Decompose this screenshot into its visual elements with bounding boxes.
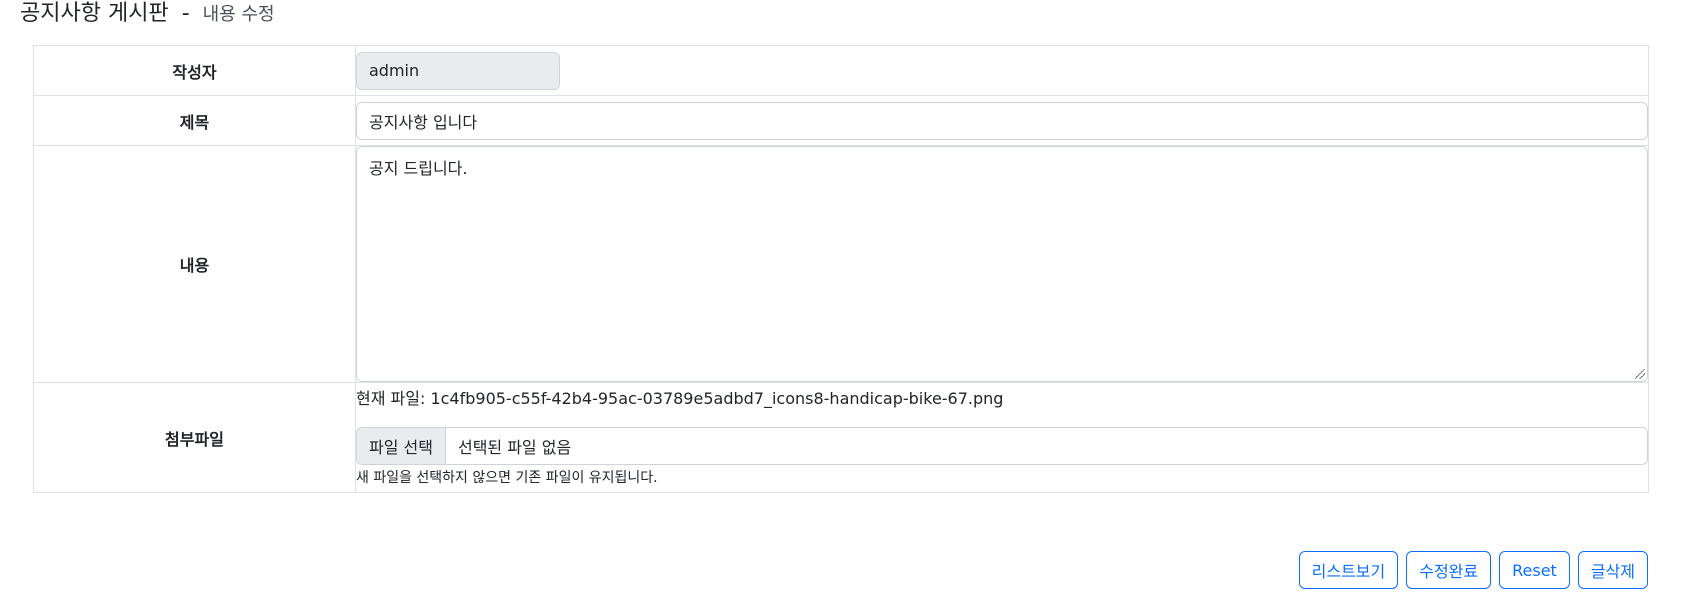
content-row: 내용 공지 드립니다. [33, 145, 1649, 383]
delete-button[interactable]: 글삭제 [1577, 551, 1648, 589]
page-subtitle: 내용 수정 [202, 4, 275, 25]
attachment-row: 첨부파일 현재 파일: 1c4fb905-c55f-42b4-95ac-0378… [33, 382, 1649, 493]
content-text: 공지 드립니다. [369, 159, 468, 178]
attachment-label: 첨부파일 [33, 382, 356, 493]
board-title: 공지사항 게시판 [20, 1, 169, 26]
choose-file-button[interactable]: 파일 선택 [357, 427, 446, 464]
title-row: 제목 공지사항 입니다 [33, 95, 1649, 146]
author-label: 작성자 [33, 45, 356, 96]
submit-button[interactable]: 수정완료 [1406, 551, 1492, 589]
file-input[interactable]: 파일 선택 선택된 파일 없음 [356, 426, 1648, 465]
author-field: admin [356, 51, 560, 90]
title-cell: 공지사항 입니다 [355, 95, 1649, 146]
file-help-text: 새 파일을 선택하지 않으면 기존 파일이 유지됩니다. [356, 469, 658, 486]
title-input[interactable]: 공지사항 입니다 [356, 101, 1648, 140]
title-label: 제목 [33, 95, 356, 146]
current-file-text: 현재 파일: 1c4fb905-c55f-42b4-95ac-03789e5ad… [356, 388, 1004, 408]
page-title: 공지사항 게시판 - 내용 수정 [20, 0, 275, 29]
content-textarea[interactable]: 공지 드립니다. [356, 146, 1648, 382]
content-label: 내용 [33, 145, 356, 383]
resize-handle-icon[interactable] [1635, 369, 1645, 379]
attachment-cell: 현재 파일: 1c4fb905-c55f-42b4-95ac-03789e5ad… [355, 382, 1649, 493]
list-button[interactable]: 리스트보기 [1298, 551, 1399, 589]
reset-button[interactable]: Reset [1499, 551, 1570, 589]
file-status-text: 선택된 파일 없음 [457, 437, 572, 457]
action-buttons: 리스트보기 수정완료 Reset 글삭제 [1298, 551, 1648, 589]
content-cell: 공지 드립니다. [355, 145, 1649, 383]
edit-form-table: 작성자 admin 제목 공지사항 입니다 내용 공지 드립니다. 첨부파일 현… [33, 45, 1649, 493]
title-separator: - [181, 1, 190, 26]
author-row: 작성자 admin [33, 45, 1649, 96]
author-cell: admin [355, 45, 1649, 96]
